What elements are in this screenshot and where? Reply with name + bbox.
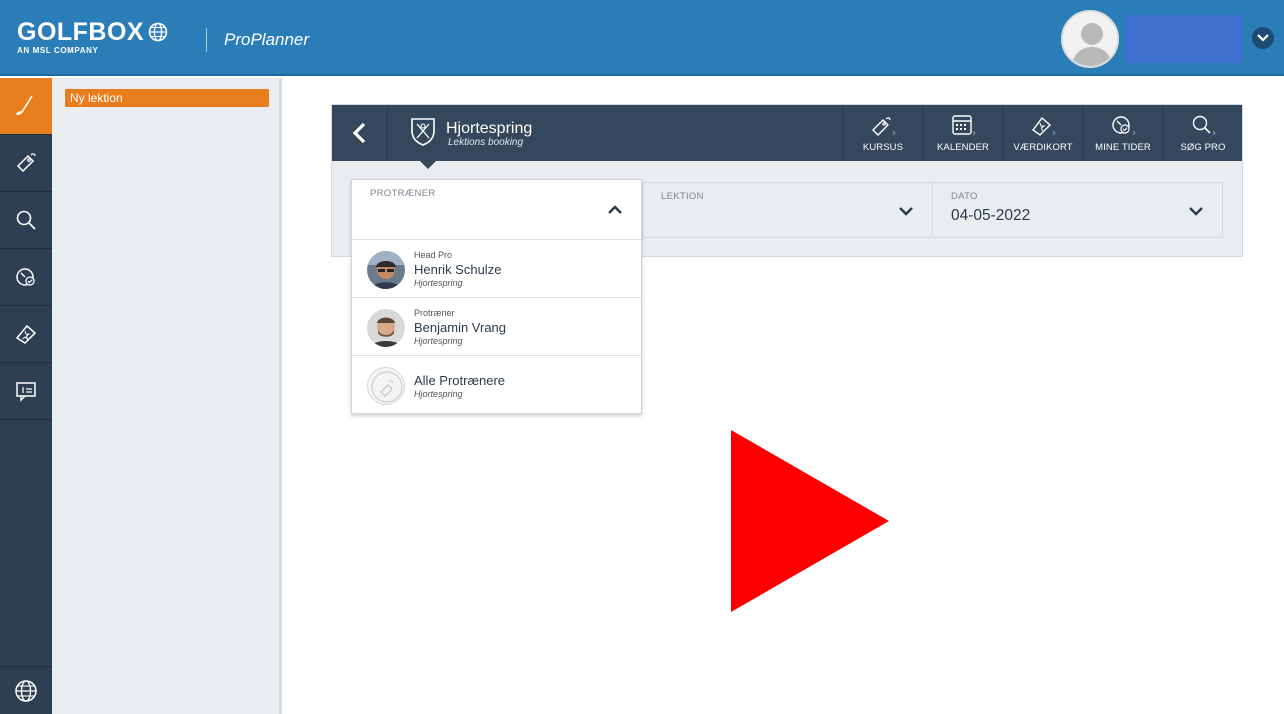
sidebar-item-vouchers[interactable] xyxy=(0,306,52,363)
sidebar-item-lessons[interactable] xyxy=(0,78,52,135)
pro-option[interactable]: Protræner Benjamin Vrang Hjortespring xyxy=(352,298,641,356)
pro-club: Hjortespring xyxy=(414,389,463,399)
user-avatar[interactable] xyxy=(1061,10,1119,68)
pro-role: Protræner xyxy=(414,308,455,318)
new-lesson-item[interactable]: Ny lektion xyxy=(65,89,269,107)
pro-club: Hjortespring xyxy=(414,278,463,288)
sidebar-language[interactable] xyxy=(0,666,52,714)
dato-value: 04-05-2022 xyxy=(951,207,1031,224)
protraener-caption: PROTRÆNER xyxy=(370,188,436,199)
chevron-down-icon xyxy=(1189,207,1203,216)
play-icon[interactable] xyxy=(731,430,889,612)
user-silhouette-icon xyxy=(1071,23,1113,66)
nav-vaerdikort-label: VÆRDIKORT xyxy=(1013,142,1073,153)
left-panel: Ny lektion xyxy=(52,78,282,714)
pro-avatar xyxy=(367,251,405,289)
club-crest-icon xyxy=(411,118,435,146)
dato-select[interactable]: DATO 04-05-2022 xyxy=(932,182,1223,238)
search-icon xyxy=(1192,115,1216,136)
sidebar-item-search[interactable] xyxy=(0,192,52,249)
presentation-icon xyxy=(16,382,36,402)
nav-kursus-button[interactable]: KURSUS xyxy=(842,105,922,161)
back-button[interactable] xyxy=(332,105,388,161)
nav-kursus-label: KURSUS xyxy=(862,142,904,153)
search-icon xyxy=(16,210,36,230)
clock-check-icon xyxy=(1112,116,1136,136)
club-name: Hjortespring xyxy=(446,120,533,137)
ticket-icon xyxy=(16,153,36,173)
pro-name: Henrik Schulze xyxy=(414,262,502,277)
nav-kalender-button[interactable]: KALENDER xyxy=(922,105,1002,161)
header-pointer xyxy=(420,161,436,169)
all-pros-avatar xyxy=(367,367,405,405)
calendar-icon xyxy=(952,115,976,136)
logo-globe-icon xyxy=(148,22,168,42)
logo-subtext: AN MSL COMPANY xyxy=(17,46,99,55)
chevron-down-icon xyxy=(899,207,913,216)
golf-club-icon xyxy=(16,95,33,116)
pro-option[interactable]: Alle Protrænere Hjortespring xyxy=(352,356,641,414)
pro-role: Head Pro xyxy=(414,250,453,260)
sidebar-item-my-times[interactable] xyxy=(0,249,52,306)
ticket-icon xyxy=(872,117,896,136)
lektion-select[interactable]: LEKTION xyxy=(642,182,933,238)
nav-vaerdikort-button[interactable]: VÆRDIKORT xyxy=(1002,105,1082,161)
chevron-up-icon xyxy=(608,205,622,214)
nav-mine-tider-label: MINE TIDER xyxy=(1095,142,1151,153)
nav-soeg-pro-button[interactable]: SØG PRO xyxy=(1162,105,1242,161)
logo-text: GOLFBOX xyxy=(17,18,145,46)
sidebar-item-presentation[interactable] xyxy=(0,363,52,420)
lektion-caption: LEKTION xyxy=(661,191,704,202)
pro-name: Alle Protrænere xyxy=(414,373,506,388)
nav-soeg-pro-label: SØG PRO xyxy=(1180,142,1226,153)
sidebar-item-courses[interactable] xyxy=(0,135,52,192)
pro-club: Hjortespring xyxy=(414,336,463,346)
user-name-block[interactable] xyxy=(1125,15,1243,63)
golfbox-logo[interactable]: GOLFBOX AN MSL COMPANY xyxy=(17,19,168,55)
pro-option[interactable]: Head Pro Henrik Schulze Hjortespring xyxy=(352,240,641,298)
pro-name: Benjamin Vrang xyxy=(414,320,507,335)
user-menu-chevron-icon[interactable] xyxy=(1252,27,1274,49)
card-header: Hjortespring Lektions booking KURSUS KAL… xyxy=(332,105,1242,161)
header-divider xyxy=(206,28,207,52)
protraener-select[interactable]: PROTRÆNER xyxy=(352,180,641,240)
nav-mine-tider-button[interactable]: MINE TIDER xyxy=(1082,105,1162,161)
clock-check-icon xyxy=(16,268,35,286)
voucher-icon xyxy=(15,324,37,344)
app-name: ProPlanner xyxy=(224,30,310,49)
globe-icon xyxy=(15,679,37,702)
sidebar xyxy=(0,78,52,714)
pro-avatar xyxy=(367,309,405,347)
chevron-left-icon xyxy=(352,122,365,144)
club-subtitle: Lektions booking xyxy=(448,137,524,148)
voucher-icon xyxy=(1032,116,1056,136)
protraener-dropdown: PROTRÆNER Head Pro Henrik Schulze Hjorte… xyxy=(351,179,642,414)
top-header: GOLFBOX AN MSL COMPANY ProPlanner xyxy=(0,0,1284,76)
dato-caption: DATO xyxy=(951,191,978,202)
nav-kalender-label: KALENDER xyxy=(936,142,989,153)
